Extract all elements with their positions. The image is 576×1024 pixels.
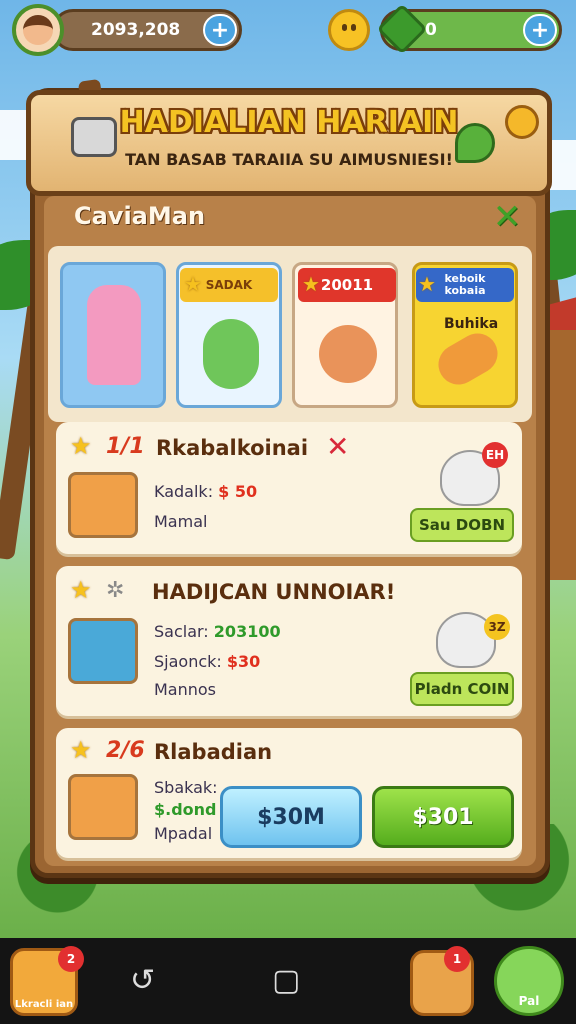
star-icon: ★: [302, 272, 320, 296]
buy-blue-button[interactable]: $30M: [220, 786, 362, 848]
add-gems-button[interactable]: +: [523, 14, 557, 46]
row-title: Rkabalkoinai: [156, 436, 309, 460]
row-price-value: $30: [226, 652, 261, 671]
panel-tab-title: CaviaMan: [74, 202, 206, 230]
notification-badge: 1: [444, 946, 470, 972]
star-icon: ★: [184, 272, 202, 296]
header-banner: HADIALIAN HARIAIN TAN BASAB TARAIIA SU A…: [26, 90, 552, 196]
row-subtext: Mamal: [154, 512, 208, 531]
card-label: Buhika: [444, 316, 499, 332]
camera-button-label: Pal: [518, 994, 540, 1008]
machine-icon: [68, 618, 138, 684]
gear-icon: ✲: [106, 578, 125, 603]
medal-icon: [203, 319, 259, 389]
map-button-label: Lkracli ian: [14, 999, 74, 1010]
close-icon: ✕: [326, 430, 350, 463]
row-subtext: Mpadal: [154, 824, 213, 843]
close-button[interactable]: ✕: [490, 200, 524, 234]
row-price: Saclar: 203100: [154, 622, 281, 641]
star-icon: ★: [418, 272, 436, 296]
avatar-face-icon: [23, 15, 53, 45]
gem-value: 0: [425, 20, 437, 40]
avatar[interactable]: [12, 4, 64, 56]
row-price-value: 203100: [213, 622, 281, 641]
add-coins-button[interactable]: +: [203, 14, 237, 46]
smiley-icon[interactable]: [328, 9, 370, 51]
buy-green-button[interactable]: $301: [372, 786, 514, 848]
row-subtext: Sbakak:: [154, 778, 218, 797]
coin-value: 2093,208: [91, 20, 181, 40]
pet-badge: EH: [482, 442, 508, 468]
bread-icon: [431, 326, 505, 392]
row-price-label: Sjaonck:: [154, 652, 222, 671]
row-action-button[interactable]: Sau DOBN: [410, 508, 514, 542]
row-price-label: Kadalk:: [154, 482, 214, 501]
row-price: Kadalk: $ 50: [154, 482, 257, 501]
row-price-value: $ 50: [218, 482, 258, 501]
row-title: HADIJCAN UNNOIAR!: [152, 580, 396, 604]
row-price-label: Saclar:: [154, 622, 209, 641]
row-title: Rlabadian: [154, 740, 273, 764]
creature-icon: [319, 325, 377, 383]
star-icon: ★: [70, 736, 92, 764]
row-subtext: $.dond: [154, 800, 217, 819]
reward-card-character[interactable]: [60, 262, 166, 408]
clock-icon: [505, 105, 539, 139]
chest-icon: [68, 774, 138, 840]
star-icon: ★: [70, 432, 92, 460]
row-price: Sjaonck: $30: [154, 652, 260, 671]
row-action-button[interactable]: Pladn COIN: [410, 672, 514, 706]
row-subtext: Mannos: [154, 680, 217, 699]
crate-icon: [68, 472, 138, 538]
back-icon[interactable]: ↺: [130, 963, 155, 998]
row-number: 1/1: [106, 434, 145, 459]
card-ribbon-line2: kobaia: [444, 284, 486, 297]
dragon-icon: [455, 123, 495, 163]
row-number: 2/6: [106, 738, 145, 763]
coin-counter: 2093,208 +: [52, 9, 242, 51]
notification-badge: 2: [58, 946, 84, 972]
home-icon[interactable]: ▢: [272, 963, 300, 998]
pet-badge: 3Z: [484, 614, 510, 640]
star-icon: ★: [70, 576, 92, 604]
character-icon: [87, 285, 141, 385]
